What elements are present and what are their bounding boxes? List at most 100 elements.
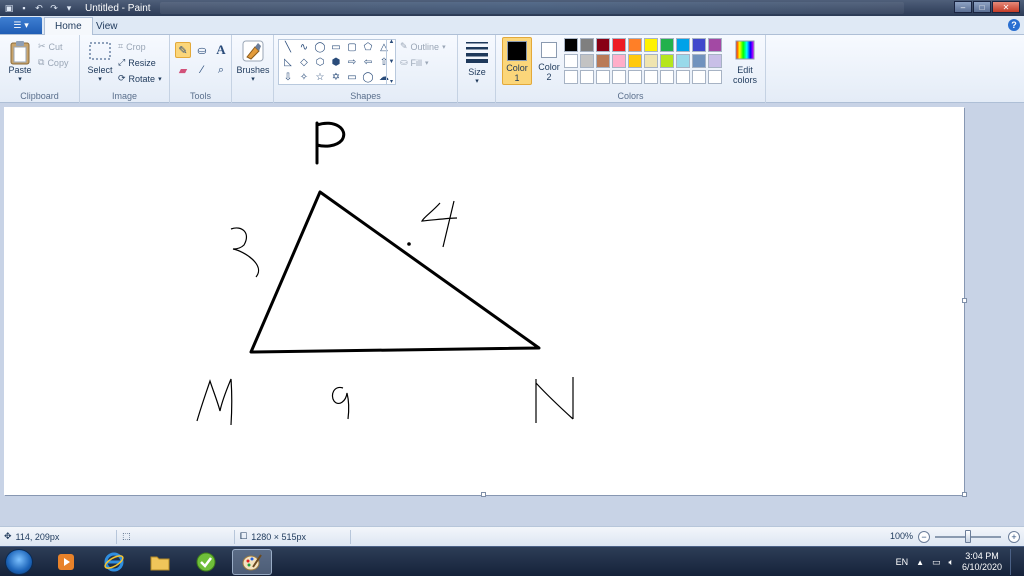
crop-button[interactable]: ⌗ Crop <box>118 41 146 52</box>
close-button[interactable]: ✕ <box>992 1 1020 13</box>
color2-button[interactable]: Color 2 <box>534 37 564 85</box>
tab-view[interactable]: View <box>86 17 128 35</box>
minimize-button[interactable]: – <box>954 1 972 13</box>
palette-color-swatch[interactable] <box>596 38 610 52</box>
undo-icon[interactable]: ↶ <box>33 3 45 14</box>
four-point-star-shape-icon[interactable]: ✧ <box>297 71 311 85</box>
taskbar-paint[interactable] <box>232 549 272 575</box>
fill-button[interactable]: ⛀ Fill ▾ <box>400 57 429 68</box>
chevron-down-icon[interactable]: ▼ <box>389 59 395 65</box>
palette-color-swatch[interactable] <box>628 54 642 68</box>
right-triangle-shape-icon[interactable]: ◺ <box>281 56 295 70</box>
palette-color-swatch[interactable] <box>708 38 722 52</box>
language-indicator[interactable]: EN <box>896 557 909 567</box>
palette-color-swatch[interactable] <box>612 70 626 84</box>
palette-color-swatch[interactable] <box>676 54 690 68</box>
drawing-canvas[interactable] <box>4 107 964 495</box>
pentagon-shape-icon[interactable]: ⬡ <box>313 56 327 70</box>
brushes-button[interactable]: Brushes ▾ <box>236 39 270 83</box>
taskbar-clock[interactable]: 3:04 PM 6/10/2020 <box>962 551 1002 573</box>
save-icon[interactable]: ▪ <box>18 3 30 14</box>
text-tool[interactable]: A <box>213 42 229 58</box>
palette-color-swatch[interactable] <box>692 38 706 52</box>
pencil-tool[interactable]: ✎ <box>175 42 191 58</box>
file-menu-button[interactable]: ☰ ▾ <box>0 17 42 34</box>
paint-app-icon[interactable]: ▣ <box>3 3 15 14</box>
down-arrow-shape-icon[interactable]: ⇩ <box>281 71 295 85</box>
edit-colors-button[interactable]: Edit colors <box>731 39 759 85</box>
oval-shape-icon[interactable]: ◯ <box>313 41 327 55</box>
cut-button[interactable]: ✂ Cut <box>38 41 63 52</box>
palette-color-swatch[interactable] <box>612 54 626 68</box>
color-picker-tool[interactable]: ⁄ <box>194 62 210 78</box>
select-button[interactable]: Select ▾ <box>86 41 114 83</box>
redo-icon[interactable]: ↷ <box>48 3 60 14</box>
show-desktop-button[interactable] <box>1010 549 1018 575</box>
five-point-star-shape-icon[interactable]: ☆ <box>313 71 327 85</box>
palette-color-swatch[interactable] <box>692 70 706 84</box>
copy-button[interactable]: ⧉ Copy <box>38 57 68 68</box>
fill-tool[interactable]: ⛀ <box>194 42 210 58</box>
resize-button[interactable]: ⤢ Resize <box>118 57 156 68</box>
palette-color-swatch[interactable] <box>564 54 578 68</box>
taskbar-internet-explorer[interactable] <box>94 549 134 575</box>
hexagon-shape-icon[interactable]: ⬢ <box>329 56 343 70</box>
paste-button[interactable]: Paste ▾ <box>6 39 34 83</box>
network-icon[interactable]: ▭ <box>932 557 941 568</box>
diamond-shape-icon[interactable]: ◇ <box>297 56 311 70</box>
shapes-scroll[interactable]: ▲ ▼ ▾ <box>386 39 396 85</box>
palette-color-swatch[interactable] <box>692 54 706 68</box>
taskbar-file-explorer[interactable] <box>140 549 180 575</box>
palette-color-swatch[interactable] <box>596 70 610 84</box>
palette-color-swatch[interactable] <box>660 70 674 84</box>
rectangle-shape-icon[interactable]: ▭ <box>329 41 343 55</box>
rounded-rectangle-shape-icon[interactable]: ▢ <box>345 41 359 55</box>
outline-button[interactable]: ✎ Outline ▾ <box>400 41 446 52</box>
palette-color-swatch[interactable] <box>660 38 674 52</box>
size-button[interactable]: Size ▾ <box>462 39 492 85</box>
palette-color-swatch[interactable] <box>708 70 722 84</box>
palette-color-swatch[interactable] <box>564 70 578 84</box>
palette-color-swatch[interactable] <box>628 70 642 84</box>
maximize-button[interactable]: □ <box>973 1 991 13</box>
line-shape-icon[interactable]: ╲ <box>281 41 295 55</box>
callout-oval-shape-icon[interactable]: ◯ <box>361 71 375 85</box>
palette-color-swatch[interactable] <box>612 38 626 52</box>
zoom-slider-thumb[interactable] <box>965 530 971 543</box>
palette-color-swatch[interactable] <box>580 70 594 84</box>
chevron-up-icon[interactable]: ▲ <box>389 39 395 45</box>
start-button[interactable] <box>5 549 33 575</box>
palette-color-swatch[interactable] <box>596 54 610 68</box>
rotate-button[interactable]: ⟳ Rotate ▾ <box>118 73 162 84</box>
palette-color-swatch[interactable] <box>660 54 674 68</box>
palette-color-swatch[interactable] <box>564 38 578 52</box>
taskbar-app[interactable] <box>186 549 226 575</box>
palette-color-swatch[interactable] <box>676 70 690 84</box>
expand-icon[interactable]: ▾ <box>390 78 393 85</box>
palette-color-swatch[interactable] <box>580 54 594 68</box>
palette-color-swatch[interactable] <box>644 54 658 68</box>
callout-rect-shape-icon[interactable]: ▭ <box>345 71 359 85</box>
canvas-resize-handle-bottom[interactable] <box>481 492 486 497</box>
palette-color-swatch[interactable] <box>580 38 594 52</box>
help-icon[interactable]: ? <box>1008 19 1020 31</box>
magnifier-tool[interactable]: ⌕ <box>213 62 229 78</box>
chevron-up-icon[interactable]: ▲ <box>916 558 924 567</box>
taskbar-media-player[interactable] <box>46 549 86 575</box>
palette-color-swatch[interactable] <box>644 70 658 84</box>
palette-color-swatch[interactable] <box>628 38 642 52</box>
right-arrow-shape-icon[interactable]: ⇨ <box>345 56 359 70</box>
eraser-tool[interactable]: ▰ <box>175 62 191 78</box>
palette-color-swatch[interactable] <box>676 38 690 52</box>
volume-icon[interactable]: 🔈︎ <box>949 557 954 568</box>
palette-color-swatch[interactable] <box>708 54 722 68</box>
zoom-in-button[interactable]: + <box>1008 531 1020 543</box>
six-point-star-shape-icon[interactable]: ✡ <box>329 71 343 85</box>
curve-shape-icon[interactable]: ∿ <box>297 41 311 55</box>
color1-button[interactable]: Color 1 <box>502 37 532 85</box>
polygon-shape-icon[interactable]: ⬠ <box>361 41 375 55</box>
zoom-out-button[interactable]: − <box>918 531 930 543</box>
palette-color-swatch[interactable] <box>644 38 658 52</box>
canvas-resize-handle-corner[interactable] <box>962 492 967 497</box>
left-arrow-shape-icon[interactable]: ⇦ <box>361 56 375 70</box>
